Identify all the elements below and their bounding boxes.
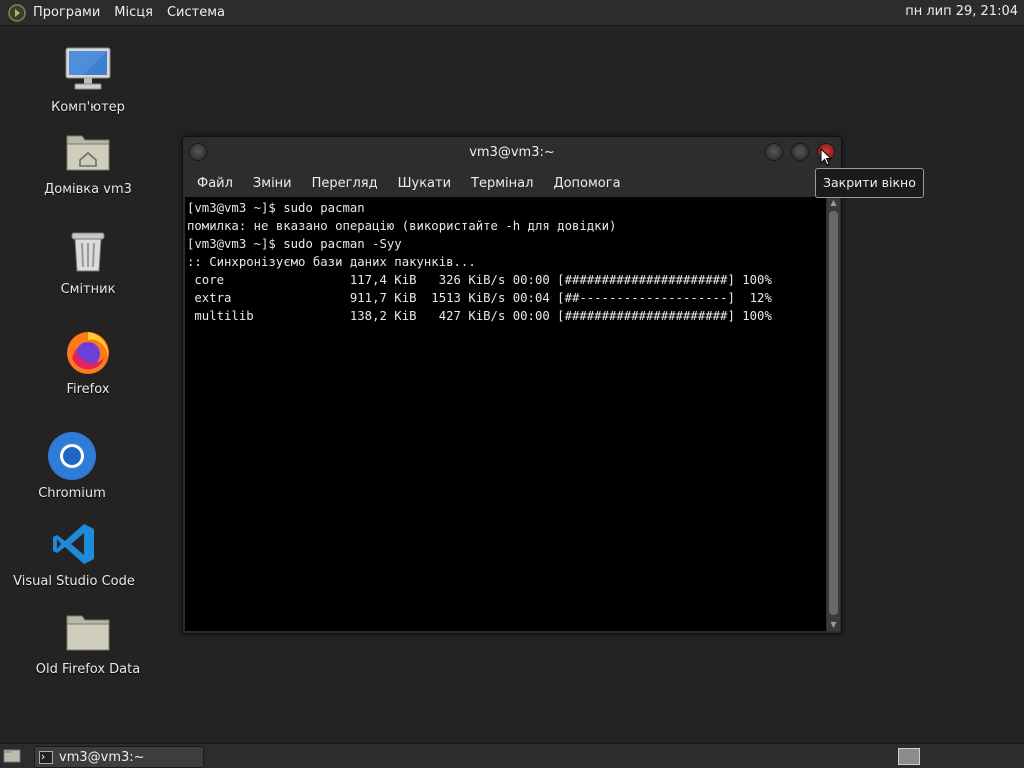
desktop-icon-label: Chromium (38, 486, 106, 501)
terminal-line: [vm3@vm3 ~]$ sudo pacman -Syy (187, 237, 402, 251)
trash-icon (62, 226, 114, 278)
terminal-icon (39, 750, 53, 764)
maximize-button[interactable] (791, 143, 809, 161)
top-panel: Програми Місця Система пн лип 29, 21:04 (0, 0, 1024, 26)
minimize-button[interactable] (765, 143, 783, 161)
terminal-output[interactable]: [vm3@vm3 ~]$ sudo pacman помилка: не вказ… (185, 197, 826, 631)
bottom-panel: vm3@vm3:~ (0, 743, 1024, 768)
menu-file[interactable]: Файл (187, 176, 243, 191)
menu-applications[interactable]: Програми (26, 5, 107, 20)
terminal-line: multilib 138,2 KiB 427 KiB/s 00:00 [####… (187, 309, 772, 323)
desktop-icon-label: Комп'ютер (51, 100, 125, 115)
desktop-icon-trash[interactable]: Смітник (28, 226, 148, 297)
window-titlebar[interactable]: vm3@vm3:~ (183, 137, 841, 169)
desktop-icon-computer[interactable]: Комп'ютер (28, 44, 148, 115)
desktop-icon-label: Домівка vm3 (44, 182, 132, 197)
terminal-line: помилка: не вказано операцію (використай… (187, 219, 617, 233)
scroll-down-icon[interactable]: ▼ (827, 619, 840, 631)
computer-icon (62, 44, 114, 96)
workspace-switcher[interactable] (898, 748, 920, 765)
terminal-line: extra 911,7 KiB 1513 KiB/s 00:04 [##----… (187, 291, 772, 305)
scroll-up-icon[interactable]: ▲ (827, 197, 840, 209)
applications-menu-icon[interactable] (8, 3, 26, 22)
clock[interactable]: пн лип 29, 21:04 (905, 4, 1018, 19)
desktop-icon-home[interactable]: Домівка vm3 (28, 126, 148, 197)
close-window-tooltip: Закрити вікно (815, 168, 924, 198)
menu-terminal[interactable]: Термінал (461, 176, 543, 191)
firefox-icon (62, 326, 114, 378)
desktop-icon-vscode[interactable]: Visual Studio Code (13, 518, 135, 589)
chromium-icon (46, 430, 98, 482)
desktop-icon-firefox[interactable]: Firefox (28, 326, 148, 397)
menu-help[interactable]: Допомога (543, 176, 630, 191)
terminal-window: vm3@vm3:~ Файл Зміни Перегляд Шукати Тер… (182, 136, 842, 634)
terminal-menubar: Файл Зміни Перегляд Шукати Термінал Допо… (183, 169, 841, 197)
window-title: vm3@vm3:~ (469, 145, 555, 160)
menu-places[interactable]: Місця (107, 5, 160, 20)
menu-edit[interactable]: Зміни (243, 176, 302, 191)
menu-system[interactable]: Система (160, 5, 232, 20)
menu-search[interactable]: Шукати (388, 176, 461, 191)
desktop-icon-old-firefox-data[interactable]: Old Firefox Data (28, 606, 148, 677)
show-desktop-icon[interactable] (3, 748, 21, 764)
desktop-icon-label: Visual Studio Code (13, 574, 135, 589)
mouse-cursor-icon (820, 147, 833, 170)
terminal-scrollbar[interactable]: ▲ ▼ (827, 197, 840, 631)
folder-icon (62, 606, 114, 658)
desktop-icon-label: Firefox (66, 382, 110, 397)
menu-view[interactable]: Перегляд (302, 176, 388, 191)
vscode-icon (48, 518, 100, 570)
taskbar-terminal-button[interactable]: vm3@vm3:~ (34, 746, 204, 768)
desktop-icon-chromium[interactable]: Chromium (12, 430, 132, 501)
desktop-icon-label: Old Firefox Data (35, 662, 141, 677)
scrollbar-thumb[interactable] (829, 211, 838, 615)
terminal-line: :: Синхронізуємо бази даних пакунків... (187, 255, 476, 269)
terminal-line: [vm3@vm3 ~]$ sudo pacman (187, 201, 365, 215)
terminal-line: core 117,4 KiB 326 KiB/s 00:00 [########… (187, 273, 772, 287)
home-folder-icon (62, 126, 114, 178)
taskbar-button-label: vm3@vm3:~ (59, 749, 145, 765)
desktop-icon-label: Смітник (60, 282, 116, 297)
